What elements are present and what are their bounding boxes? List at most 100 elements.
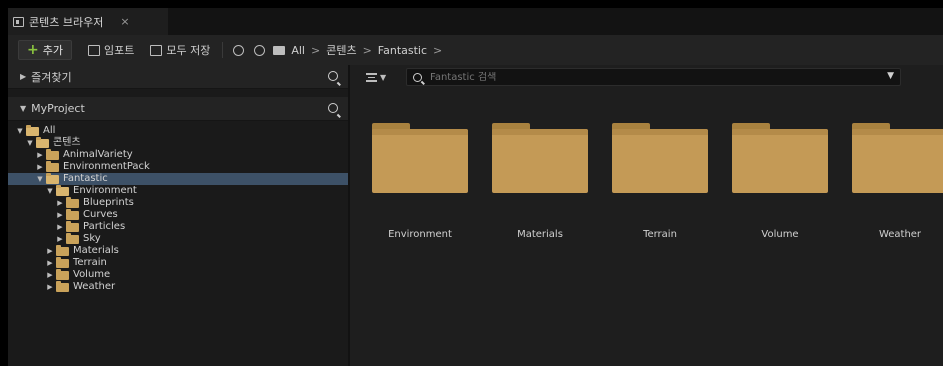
tree-item-label: Environment [73, 185, 137, 196]
tree-item[interactable]: ▼ Fantastic [8, 172, 348, 185]
close-icon[interactable]: × [120, 15, 129, 28]
chevron-right-icon[interactable]: ▶ [46, 257, 54, 269]
tree-item[interactable]: ▶ Terrain [8, 256, 348, 269]
tree-item[interactable]: ▶ Weather [8, 280, 348, 293]
chevron-right-icon[interactable]: ▶ [56, 221, 64, 233]
search-input[interactable] [430, 71, 870, 83]
plus-icon: + [27, 42, 39, 58]
import-icon [87, 44, 100, 56]
folder-icon [612, 123, 708, 193]
folder-icon [36, 136, 49, 148]
chevron-right-icon[interactable]: ▶ [36, 161, 44, 173]
chevron-right-icon[interactable]: ▶ [36, 149, 44, 161]
chevron-right-icon[interactable]: ▶ [46, 269, 54, 281]
tree-item[interactable]: ▼ All [8, 124, 348, 137]
folder-tile[interactable]: Environment [370, 123, 470, 243]
breadcrumb-separator: > [310, 43, 321, 57]
filter-bar: ▼ ▼ [352, 65, 943, 89]
tree-item-label: AnimalVariety [63, 149, 133, 160]
tab-content-browser[interactable]: 콘텐츠 브라우저 × [8, 8, 168, 35]
folder-tree: ▼ All ▼ 콘텐츠 ▶ AnimalVariety ▶ EnvironmentPack ▼ F… [8, 121, 348, 293]
folder-icon [732, 123, 828, 193]
save-all-label: 모두 저장 [166, 44, 211, 57]
folder-icon [66, 220, 79, 232]
tree-item[interactable]: ▶ EnvironmentPack [8, 160, 348, 173]
import-button[interactable]: 임포트 [87, 42, 135, 58]
add-label: 추가 [42, 44, 63, 57]
tree-item-label: 콘텐츠 [53, 137, 81, 148]
folder-icon [56, 280, 69, 292]
breadcrumb-all[interactable]: All [291, 44, 305, 57]
search-icon[interactable] [328, 103, 338, 113]
breadcrumb-separator: > [433, 43, 443, 57]
tree-item[interactable]: ▶ Volume [8, 268, 348, 281]
chevron-right-icon[interactable]: ▶ [56, 233, 64, 245]
content-browser-window: 콘텐츠 브라우저 × + 추가 임포트 모두 저장 All > 콘텐츠 > Fa… [8, 8, 943, 366]
tree-item-label: Particles [83, 221, 126, 232]
tree-item[interactable]: ▶ Sky [8, 232, 348, 245]
tree-item-label: All [43, 125, 56, 136]
favorites-section[interactable]: ▶ 즐겨찾기 [8, 65, 348, 89]
folder-tile[interactable]: Weather [850, 123, 943, 243]
search-icon[interactable] [328, 71, 338, 81]
tree-item-label: Curves [83, 209, 118, 220]
history-forward-icon[interactable] [254, 44, 266, 56]
folder-icon [46, 148, 59, 160]
chevron-right-icon[interactable]: ▶ [46, 245, 54, 257]
folder-tile[interactable]: Materials [490, 123, 590, 243]
chevron-right-icon[interactable]: ▶ [56, 197, 64, 209]
folder-tile[interactable]: Terrain [610, 123, 710, 243]
tree-item[interactable]: ▶ Materials [8, 244, 348, 257]
save-icon [150, 44, 163, 56]
project-section[interactable]: ▼ MyProject [8, 97, 348, 121]
asset-view: ▼ ▼ Environment Materials Terrain Volume Wea… [352, 65, 943, 366]
filter-icon[interactable] [366, 72, 377, 82]
folder-tile[interactable]: Volume [730, 123, 830, 243]
folder-icon [372, 123, 468, 193]
folder-icon [273, 45, 286, 55]
chevron-down-icon[interactable]: ▼ [26, 137, 34, 149]
save-all-button[interactable]: 모두 저장 [150, 42, 210, 58]
folder-label: Terrain [643, 229, 677, 240]
tree-item[interactable]: ▶ Particles [8, 220, 348, 233]
tree-item-label: Blueprints [83, 197, 134, 208]
tree-item-label: Materials [73, 245, 119, 256]
folder-icon [66, 208, 79, 220]
chevron-down-icon[interactable]: ▼ [380, 73, 386, 82]
chevron-down-icon[interactable]: ▼ [887, 71, 894, 81]
folder-label: Volume [761, 229, 799, 240]
sources-panel: ▶ 즐겨찾기 ▼ MyProject ▼ All ▼ 콘텐츠 ▶ AnimalVariet… [8, 65, 350, 366]
search-icon [413, 72, 422, 82]
chevron-right-icon: ▶ [20, 72, 27, 81]
tree-item[interactable]: ▶ Curves [8, 208, 348, 221]
tree-item[interactable]: ▼ Environment [8, 184, 348, 197]
asset-search[interactable]: ▼ [406, 68, 901, 86]
folder-icon [66, 232, 79, 244]
tab-title: 콘텐츠 브라우저 [29, 15, 104, 29]
folder-icon [46, 172, 59, 184]
folder-icon [852, 123, 943, 193]
add-button[interactable]: + 추가 [18, 40, 72, 60]
folder-label: Materials [517, 229, 563, 240]
breadcrumb-fantastic[interactable]: Fantastic [378, 44, 427, 57]
folder-icon [56, 256, 69, 268]
folder-icon [46, 160, 59, 172]
chevron-down-icon[interactable]: ▼ [46, 185, 54, 197]
tree-item[interactable]: ▶ Blueprints [8, 196, 348, 209]
import-label: 임포트 [103, 44, 135, 57]
toolbar: + 추가 임포트 모두 저장 All > 콘텐츠 > Fantastic > [8, 35, 943, 65]
chevron-right-icon[interactable]: ▶ [56, 209, 64, 221]
folder-icon [66, 196, 79, 208]
chevron-down-icon[interactable]: ▼ [16, 125, 24, 137]
tab-bar: 콘텐츠 브라우저 × [8, 8, 943, 35]
tree-item-label: Sky [83, 233, 101, 244]
tree-item[interactable]: ▶ AnimalVariety [8, 148, 348, 161]
folder-icon [56, 184, 69, 196]
project-label: MyProject [31, 102, 85, 115]
tree-item[interactable]: ▼ 콘텐츠 [8, 136, 348, 149]
chevron-down-icon[interactable]: ▼ [36, 173, 44, 185]
history-back-icon[interactable] [233, 44, 245, 56]
chevron-right-icon[interactable]: ▶ [46, 281, 54, 293]
breadcrumb-content[interactable]: 콘텐츠 [326, 42, 356, 58]
tree-item-label: Weather [73, 281, 116, 292]
